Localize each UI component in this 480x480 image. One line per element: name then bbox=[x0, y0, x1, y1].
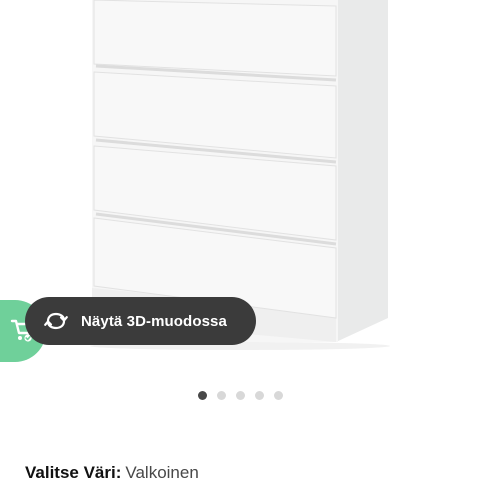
drawer-1 bbox=[93, 0, 337, 77]
color-label: Valitse Väri: bbox=[25, 463, 122, 480]
view-3d-button[interactable]: Näytä 3D-muodossa bbox=[25, 297, 256, 345]
color-selector[interactable]: Valitse Väri: Valkoinen bbox=[25, 463, 199, 480]
rotate-360-icon bbox=[43, 308, 69, 334]
dresser-side-panel bbox=[336, 0, 388, 342]
carousel-dot[interactable] bbox=[273, 391, 283, 400]
carousel-dot[interactable] bbox=[235, 391, 245, 400]
carousel-dot[interactable] bbox=[254, 391, 264, 400]
color-value: Valkoinen bbox=[125, 463, 199, 480]
product-page: Näytä 3D-muodossa Valitse Väri: Valkoinen bbox=[0, 0, 480, 480]
carousel-dot[interactable] bbox=[216, 391, 226, 400]
view-3d-label: Näytä 3D-muodossa bbox=[81, 312, 227, 330]
carousel-dot[interactable] bbox=[197, 391, 207, 400]
carousel-pagination bbox=[0, 391, 480, 401]
